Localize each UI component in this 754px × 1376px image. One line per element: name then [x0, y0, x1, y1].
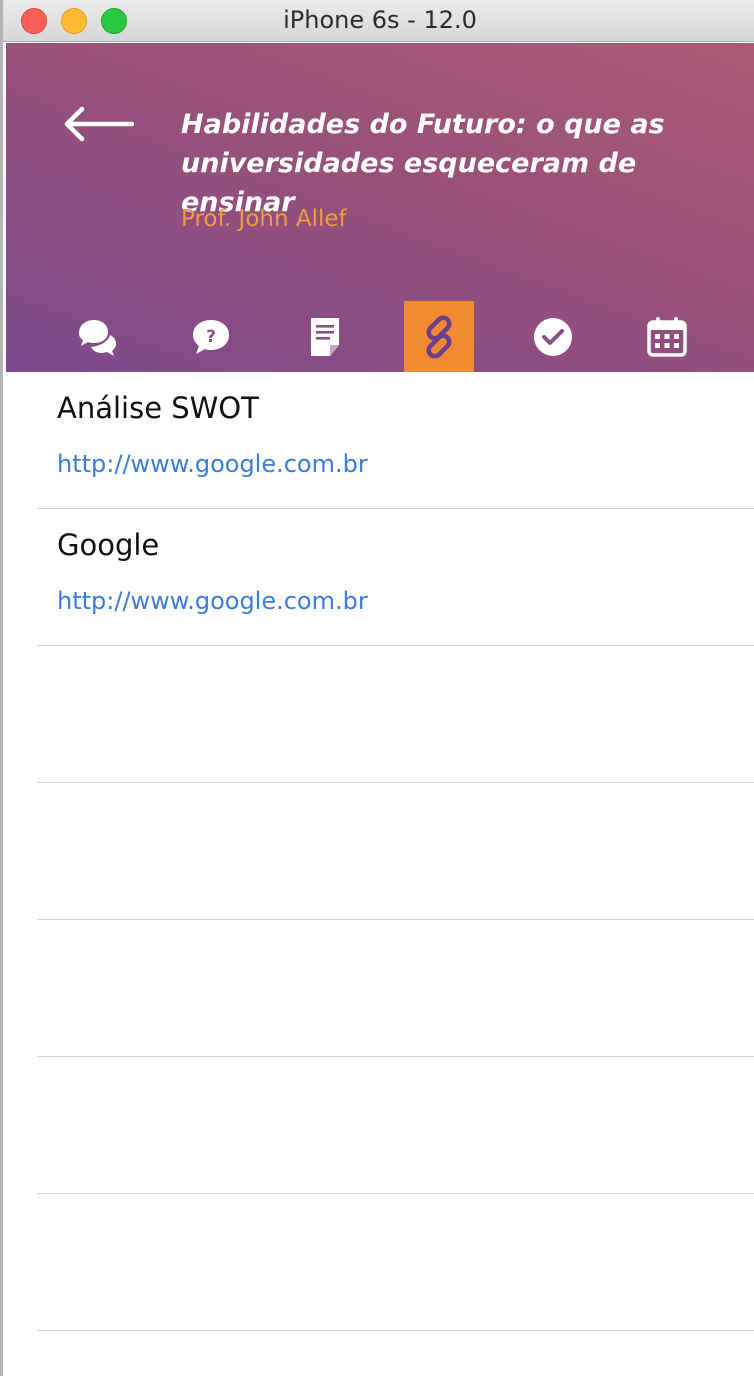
tab-calendar[interactable] [632, 301, 702, 372]
list-item-empty [37, 1194, 754, 1331]
professor-name: Prof. John Allef [181, 206, 347, 232]
list-item-empty [37, 920, 754, 1057]
course-title: Habilidades do Futuro: o que as universi… [181, 109, 665, 218]
tab-notes[interactable] [290, 301, 360, 372]
calendar-icon [647, 316, 687, 357]
check-circle-icon [534, 317, 572, 356]
link-url[interactable]: http://www.google.com.br [57, 450, 368, 478]
list-item-empty [37, 783, 754, 920]
link-title: Análise SWOT [57, 391, 259, 425]
tab-tasks[interactable] [518, 301, 588, 372]
document-icon [311, 317, 339, 356]
back-arrow-icon [64, 106, 135, 142]
back-button[interactable] [62, 105, 135, 143]
chat-bubbles-icon [79, 319, 116, 356]
question-icon: ? [193, 319, 229, 354]
link-title: Google [57, 528, 160, 562]
list-item-empty [37, 1057, 754, 1194]
svg-text:?: ? [206, 327, 216, 347]
tab-chat[interactable] [62, 301, 132, 372]
tab-bar: ? [6, 301, 754, 372]
list-item[interactable]: Análise SWOT http://www.google.com.br [37, 372, 754, 509]
window-title: iPhone 6s - 12.0 [283, 6, 477, 34]
course-header: Habilidades do Futuro: o que as universi… [6, 43, 754, 372]
tab-links[interactable] [404, 301, 474, 372]
simulator-window: iPhone 6s - 12.0 Habilidades do Futuro: … [0, 0, 754, 1376]
title-bar: iPhone 6s - 12.0 [3, 0, 754, 42]
link-icon [426, 315, 452, 358]
list-item-empty [37, 646, 754, 783]
links-list: Análise SWOT http://www.google.com.br Go… [6, 372, 754, 1331]
list-item[interactable]: Google http://www.google.com.br [37, 509, 754, 646]
tab-questions[interactable]: ? [176, 301, 246, 372]
link-url[interactable]: http://www.google.com.br [57, 587, 368, 615]
